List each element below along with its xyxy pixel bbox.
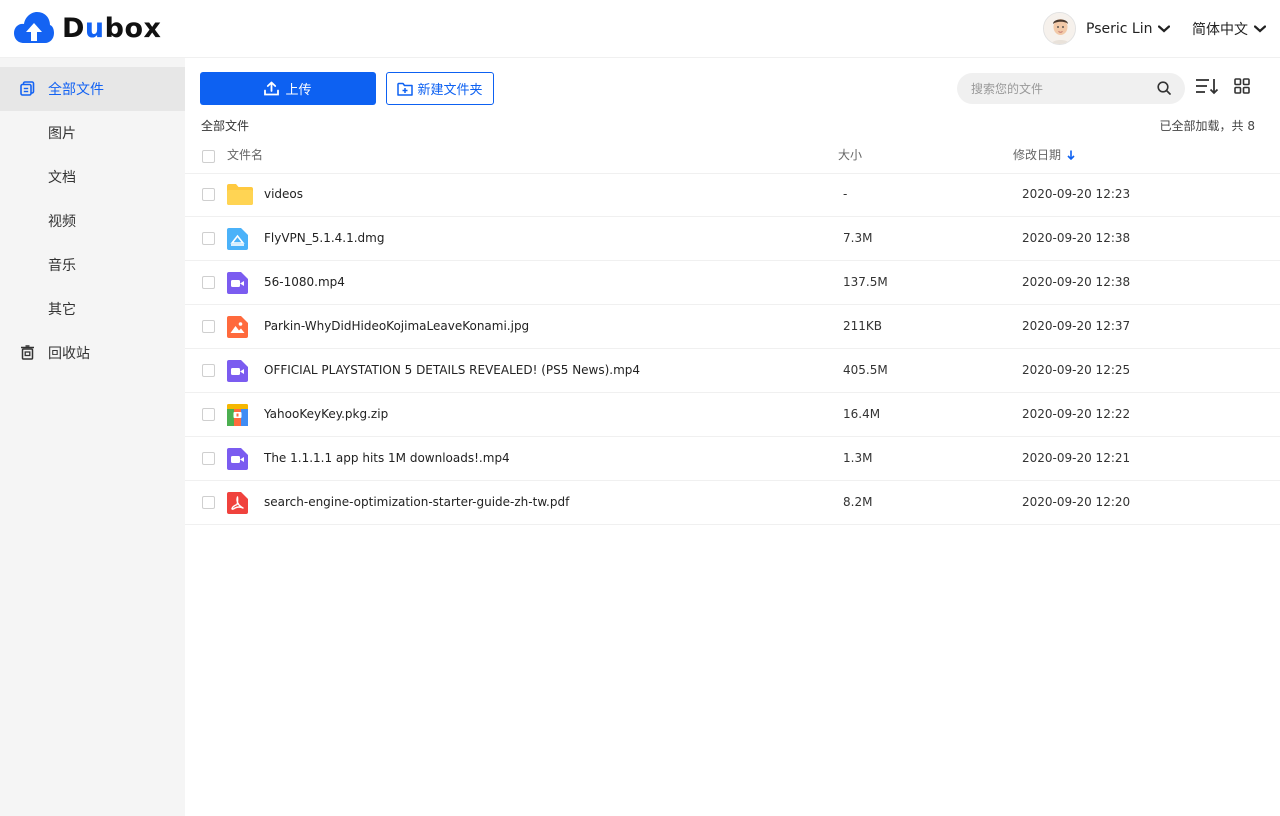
sidebar-item-all-files[interactable]: 全部文件 [0, 67, 185, 111]
search-icon[interactable] [1157, 81, 1171, 95]
dubox-logo[interactable]: Dubox [14, 11, 161, 45]
upload-button[interactable]: 上传 [200, 72, 376, 105]
table-row[interactable]: The 1.1.1.1 app hits 1M downloads!.mp4 1… [185, 437, 1280, 481]
file-name[interactable]: YahooKeyKey.pkg.zip [264, 407, 388, 421]
grid-view-icon[interactable] [1234, 78, 1250, 94]
file-date: 2020-09-20 12:23 [1022, 187, 1131, 201]
user-menu[interactable]: Pseric Lin [1043, 12, 1171, 45]
table-row[interactable]: FlyVPN_5.1.4.1.dmg 7.3M 2020-09-20 12:38 [185, 217, 1280, 261]
select-all-checkbox[interactable] [202, 150, 215, 163]
file-name[interactable]: search-engine-optimization-starter-guide… [264, 495, 569, 509]
new-folder-button-label: 新建文件夹 [417, 83, 483, 98]
table-row[interactable]: 56-1080.mp4 137.5M 2020-09-20 12:38 [185, 261, 1280, 305]
file-date: 2020-09-20 12:38 [1022, 231, 1131, 245]
file-name[interactable]: videos [264, 187, 303, 201]
language-selector[interactable]: 简体中文 [1192, 19, 1266, 39]
file-name[interactable]: 56-1080.mp4 [264, 275, 345, 289]
sidebar-item-label: 回收站 [48, 346, 90, 362]
sidebar-item-label: 全部文件 [48, 82, 104, 98]
user-name: Pseric Lin [1086, 20, 1153, 37]
row-checkbox[interactable] [202, 320, 215, 333]
sidebar-item-images[interactable]: 图片 [0, 111, 185, 155]
column-header-date[interactable]: 修改日期 [1013, 146, 1075, 163]
file-size: 211KB [843, 319, 883, 333]
table-row[interactable]: Parkin-WhyDidHideoKojimaLeaveKonami.jpg … [185, 305, 1280, 349]
row-checkbox[interactable] [202, 188, 215, 201]
sidebar-item-label: 其它 [48, 302, 76, 318]
sidebar-item-label: 图片 [48, 126, 76, 142]
column-header-date-label: 修改日期 [1013, 148, 1062, 162]
disk-image-icon [227, 228, 248, 250]
video-file-icon [227, 448, 248, 470]
row-checkbox[interactable] [202, 452, 215, 465]
file-date: 2020-09-20 12:38 [1022, 275, 1131, 289]
avatar [1043, 12, 1076, 45]
table-row[interactable]: search-engine-optimization-starter-guide… [185, 481, 1280, 525]
sidebar-item-music[interactable]: 音乐 [0, 243, 185, 287]
row-checkbox[interactable] [202, 276, 215, 289]
new-folder-button[interactable]: 新建文件夹 [386, 72, 494, 105]
sidebar-item-others[interactable]: 其它 [0, 287, 185, 331]
file-size: 16.4M [843, 407, 881, 421]
row-checkbox[interactable] [202, 408, 215, 421]
column-header-name[interactable]: 文件名 [227, 146, 263, 163]
chevron-down-icon [1158, 24, 1171, 32]
file-name[interactable]: The 1.1.1.1 app hits 1M downloads!.mp4 [264, 451, 510, 465]
file-name[interactable]: OFFICIAL PLAYSTATION 5 DETAILS REVEALED!… [264, 363, 640, 377]
file-size: 137.5M [843, 275, 888, 289]
file-date: 2020-09-20 12:22 [1022, 407, 1131, 421]
video-file-icon [227, 360, 248, 382]
table-row[interactable]: YahooKeyKey.pkg.zip 16.4M 2020-09-20 12:… [185, 393, 1280, 437]
file-date: 2020-09-20 12:21 [1022, 451, 1131, 465]
trash-icon [21, 345, 34, 360]
file-size: 7.3M [843, 231, 873, 245]
image-file-icon [227, 316, 248, 338]
upload-button-label: 上传 [285, 82, 312, 97]
search-input[interactable] [971, 79, 1151, 98]
table-row[interactable]: OFFICIAL PLAYSTATION 5 DETAILS REVEALED!… [185, 349, 1280, 393]
sidebar-item-videos[interactable]: 视频 [0, 199, 185, 243]
file-name[interactable]: FlyVPN_5.1.4.1.dmg [264, 231, 384, 245]
logo-text: Dubox [62, 12, 162, 44]
file-size: - [843, 187, 848, 201]
sidebar-item-label: 音乐 [48, 258, 76, 274]
main-content: 上传 新建文件夹 全部文件 已全部加载，共 8 文件名 大小 修改日期 [185, 58, 1280, 816]
file-name[interactable]: Parkin-WhyDidHideoKojimaLeaveKonami.jpg [264, 319, 529, 333]
loaded-status: 已全部加载，共 8 [1159, 119, 1255, 133]
file-size: 405.5M [843, 363, 888, 377]
sort-desc-arrow-icon [1067, 150, 1075, 160]
top-header: Dubox Pseric Lin 简体中文 [0, 0, 1280, 58]
cloud-upload-logo-icon [14, 12, 54, 43]
row-checkbox[interactable] [202, 232, 215, 245]
column-header-size[interactable]: 大小 [838, 146, 862, 163]
sidebar: 全部文件 图片 文档 视频 音乐 其它 回收站 [0, 58, 185, 816]
row-checkbox[interactable] [202, 496, 215, 509]
file-size: 1.3M [843, 451, 873, 465]
file-date: 2020-09-20 12:37 [1022, 319, 1131, 333]
file-date: 2020-09-20 12:20 [1022, 495, 1131, 509]
sidebar-item-label: 视频 [48, 214, 76, 230]
upload-icon [264, 81, 280, 96]
file-size: 8.2M [843, 495, 873, 509]
sidebar-item-recycle-bin[interactable]: 回收站 [0, 331, 185, 375]
folder-plus-icon [397, 82, 414, 96]
sidebar-item-label: 文档 [48, 170, 76, 186]
sidebar-item-documents[interactable]: 文档 [0, 155, 185, 199]
language-label: 简体中文 [1192, 22, 1248, 38]
file-date: 2020-09-20 12:25 [1022, 363, 1131, 377]
breadcrumb[interactable]: 全部文件 [201, 117, 249, 134]
row-checkbox[interactable] [202, 364, 215, 377]
table-row[interactable]: videos - 2020-09-20 12:23 [185, 173, 1280, 217]
chevron-down-icon [1254, 25, 1266, 33]
search-box [957, 73, 1185, 104]
pdf-file-icon [227, 492, 248, 514]
all-files-icon [20, 81, 35, 96]
folder-icon [227, 184, 253, 205]
sort-icon[interactable] [1195, 77, 1219, 95]
archive-file-icon [227, 404, 248, 426]
video-file-icon [227, 272, 248, 294]
